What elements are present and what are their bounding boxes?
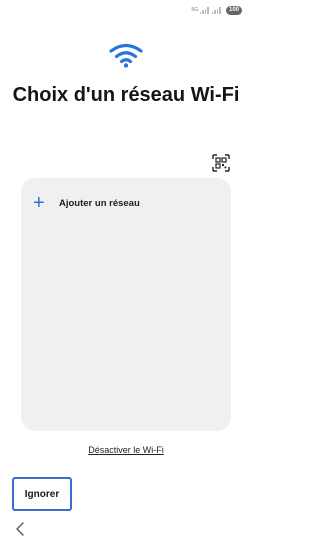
signal-icon-2 [211,6,221,14]
add-network-button[interactable]: + Ajouter un réseau [33,192,140,214]
status-bar: 5G 100 [191,4,242,16]
qr-scan-icon[interactable] [211,153,231,173]
skip-button[interactable]: Ignorer [12,477,72,511]
wifi-icon [109,43,143,68]
disable-wifi-link[interactable]: Désactiver le Wi-Fi [0,445,252,455]
plus-icon: + [33,192,45,214]
battery-icon: 100 [225,5,242,15]
network-list-card: + Ajouter un réseau [21,178,231,431]
network-type-label: 5G [191,7,198,13]
add-network-label: Ajouter un réseau [59,197,140,209]
back-chevron-icon[interactable] [14,521,26,537]
signal-icon [199,6,209,14]
page-title: Choix d'un réseau Wi-Fi [12,84,240,106]
